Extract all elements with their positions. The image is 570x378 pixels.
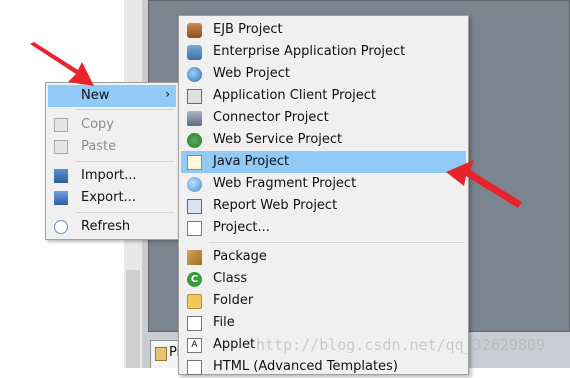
- menu-item-label: Copy: [81, 117, 114, 132]
- submenu-item-web-service-project[interactable]: Web Service Project: [181, 129, 466, 151]
- submenu-item-web-project[interactable]: Web Project: [181, 63, 466, 85]
- enterprise-application-project-icon: [187, 45, 202, 60]
- menu-separator: [209, 242, 464, 243]
- menu-separator: [76, 212, 174, 213]
- submenu-item-label: Java Project: [213, 154, 290, 169]
- menu-item-label: Import...: [81, 168, 137, 183]
- folder-icon: [187, 294, 202, 309]
- menu-separator: [76, 161, 174, 162]
- java-project-icon: [187, 155, 202, 170]
- submenu-item-label: Applet: [213, 337, 256, 352]
- annotation-arrow-icon: [446, 160, 522, 208]
- submenu-item-label: Enterprise Application Project: [213, 44, 406, 59]
- submenu-item-html-advanced-templates[interactable]: HTML (Advanced Templates): [181, 356, 466, 378]
- new-submenu: EJB Project Enterprise Application Proje…: [178, 15, 469, 375]
- menu-item-label: Paste: [81, 139, 117, 154]
- submenu-item-project[interactable]: Project...: [181, 217, 466, 239]
- menu-item-refresh[interactable]: Refresh: [48, 216, 176, 238]
- submenu-item-ejb-project[interactable]: EJB Project: [181, 19, 466, 41]
- application-client-project-icon: [187, 89, 202, 104]
- view-tab-icon: [155, 347, 167, 361]
- submenu-item-label: Project...: [213, 220, 270, 235]
- paste-icon: [54, 140, 68, 154]
- submenu-item-label: Web Project: [213, 66, 290, 81]
- ejb-project-icon: [187, 23, 202, 38]
- web-fragment-project-icon: [187, 177, 202, 192]
- refresh-icon: [54, 220, 68, 234]
- submenu-item-enterprise-application-project[interactable]: Enterprise Application Project: [181, 41, 466, 63]
- menu-item-copy[interactable]: Copy: [48, 114, 176, 136]
- menu-item-label: New: [81, 88, 110, 103]
- applet-icon: A: [187, 338, 202, 353]
- submenu-item-label: Folder: [213, 293, 254, 308]
- submenu-item-web-fragment-project[interactable]: Web Fragment Project: [181, 173, 466, 195]
- connector-project-icon: [187, 111, 202, 126]
- export-icon: [54, 191, 68, 205]
- submenu-item-connector-project[interactable]: Connector Project: [181, 107, 466, 129]
- submenu-item-label: Web Fragment Project: [213, 176, 357, 191]
- submenu-arrow-icon: ›: [165, 87, 170, 101]
- web-service-project-icon: [187, 133, 202, 148]
- file-icon: [187, 316, 202, 331]
- watermark: http://blog.csdn.net/qq_32629809: [256, 336, 545, 354]
- submenu-item-label: File: [213, 315, 235, 330]
- submenu-item-label: Package: [213, 249, 267, 264]
- submenu-item-application-client-project[interactable]: Application Client Project: [181, 85, 466, 107]
- context-menu: New › Copy Paste Import... Export... Ref…: [45, 82, 179, 240]
- submenu-item-folder[interactable]: Folder: [181, 290, 466, 312]
- menu-item-label: Export...: [81, 190, 136, 205]
- submenu-item-label: Connector Project: [213, 110, 329, 125]
- menu-item-label: Refresh: [81, 219, 131, 234]
- submenu-item-report-web-project[interactable]: Report Web Project: [181, 195, 466, 217]
- submenu-item-label: HTML (Advanced Templates): [213, 359, 398, 374]
- menu-separator: [76, 109, 174, 110]
- menu-item-paste[interactable]: Paste: [48, 136, 176, 158]
- menu-item-import[interactable]: Import...: [48, 165, 176, 187]
- annotation-arrow-icon: [30, 42, 94, 86]
- submenu-item-label: Web Service Project: [213, 132, 343, 147]
- class-icon: C: [187, 272, 202, 287]
- submenu-item-label: Application Client Project: [213, 88, 377, 103]
- menu-item-export[interactable]: Export...: [48, 187, 176, 209]
- scrollbar-thumb[interactable]: [126, 270, 140, 368]
- web-project-icon: [187, 67, 202, 82]
- project-icon: [187, 221, 202, 236]
- package-icon: [187, 250, 202, 265]
- copy-icon: [54, 118, 68, 132]
- submenu-item-file[interactable]: File: [181, 312, 466, 334]
- submenu-item-label: EJB Project: [213, 22, 283, 37]
- report-web-project-icon: [187, 199, 202, 214]
- submenu-item-label: Report Web Project: [213, 198, 338, 213]
- submenu-item-label: Class: [213, 271, 248, 286]
- import-icon: [54, 169, 68, 183]
- submenu-item-java-project[interactable]: Java Project: [181, 151, 466, 173]
- submenu-item-class[interactable]: C Class: [181, 268, 466, 290]
- submenu-item-package[interactable]: Package: [181, 246, 466, 268]
